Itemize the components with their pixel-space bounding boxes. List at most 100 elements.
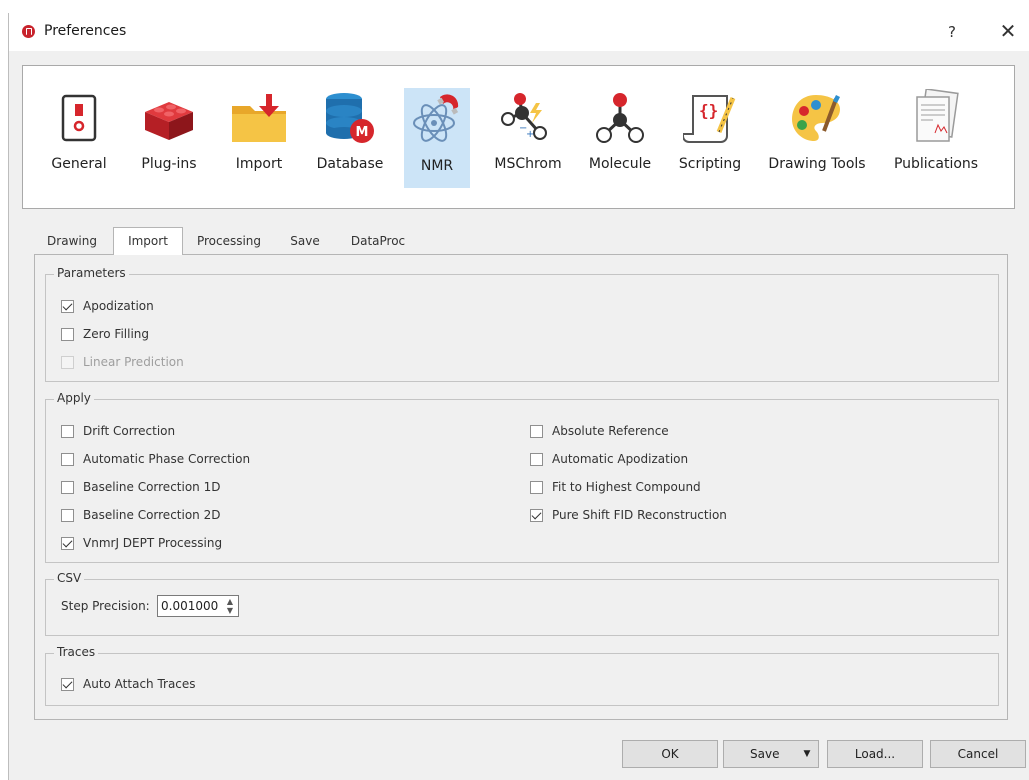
auto-attach-traces-checkbox-row[interactable]: Auto Attach Traces (61, 675, 196, 693)
parameters-group: Parameters Apodization Zero Filling Line… (45, 266, 999, 382)
toolbar-item-nmr[interactable]: NMR (404, 88, 470, 188)
auto-attach-traces-checkbox[interactable] (61, 677, 74, 691)
tab-import[interactable]: Import (113, 227, 183, 255)
apodization-checkbox[interactable] (61, 299, 74, 313)
spin-up-icon[interactable]: ▲ (225, 597, 235, 606)
absolute-reference-checkbox[interactable] (530, 424, 543, 438)
app-logo-icon (22, 25, 35, 38)
absolute-reference-checkbox-row[interactable]: Absolute Reference (530, 422, 669, 440)
zero-filling-checkbox-row[interactable]: Zero Filling (61, 325, 149, 343)
toolbar-item-scripting[interactable]: {} Scripting (677, 86, 743, 194)
chevron-down-icon[interactable]: ▼ (796, 741, 818, 767)
automatic-phase-correction-checkbox[interactable] (61, 452, 74, 466)
title-bar: Preferences ? ✕ (9, 13, 1029, 51)
group-title: Traces (54, 645, 99, 659)
switch-icon (47, 86, 111, 150)
toolbar-label: NMR (420, 158, 454, 174)
drift-correction-checkbox-row[interactable]: Drift Correction (61, 422, 175, 440)
toolbar-label: Scripting (678, 156, 742, 172)
palette-icon (785, 86, 849, 150)
atom-magnet-icon (405, 88, 469, 152)
step-precision-value[interactable]: 0.001000 (161, 599, 218, 613)
svg-text:M: M (356, 125, 369, 140)
baseline-correction-1d-checkbox-row[interactable]: Baseline Correction 1D (61, 478, 220, 496)
group-title: Apply (54, 391, 94, 405)
baseline-correction-2d-checkbox-row[interactable]: Baseline Correction 2D (61, 506, 220, 524)
ok-button[interactable]: OK (622, 740, 718, 768)
group-title: Parameters (54, 266, 129, 280)
import-tab-panel: Parameters Apodization Zero Filling Line… (34, 254, 1008, 720)
toolbar-label: Molecule (588, 156, 652, 172)
baseline-correction-1d-checkbox[interactable] (61, 480, 74, 494)
toolbar-label: MSChrom (494, 156, 562, 172)
step-precision-spinbox[interactable]: 0.001000 ▲ ▼ (157, 595, 239, 617)
fit-to-highest-compound-checkbox-row[interactable]: Fit to Highest Compound (530, 478, 701, 496)
tab-save[interactable]: Save (275, 228, 335, 254)
lego-bricks-icon (137, 86, 201, 150)
checkbox-label: Automatic Apodization (552, 452, 689, 466)
toolbar-label: Database (316, 156, 384, 172)
database-icon: M (318, 86, 382, 150)
toolbar-item-general[interactable]: General (43, 86, 115, 194)
tab-dataproc[interactable]: DataProc (343, 228, 413, 254)
pure-shift-fid-reconstruction-checkbox[interactable] (530, 508, 543, 522)
cancel-button[interactable]: Cancel (930, 740, 1026, 768)
group-title: CSV (54, 571, 85, 585)
toolbar-item-import[interactable]: Import (227, 86, 291, 194)
checkbox-label: Baseline Correction 1D (83, 480, 221, 494)
close-button[interactable]: ✕ (995, 19, 1021, 45)
ion-molecule-icon: + − (496, 86, 560, 150)
checkbox-label: Fit to Highest Compound (552, 480, 701, 494)
window-title: Preferences (44, 23, 127, 39)
spin-down-icon[interactable]: ▼ (225, 606, 235, 615)
linear-prediction-checkbox-row: Linear Prediction (61, 353, 184, 371)
toolbar-item-drawing-tools[interactable]: Drawing Tools (767, 86, 867, 194)
automatic-apodization-checkbox-row[interactable]: Automatic Apodization (530, 450, 688, 468)
toolbar-item-plugins[interactable]: Plug-ins (137, 86, 201, 194)
apply-group: Apply Drift Correction Automatic Phase C… (45, 391, 999, 563)
category-toolbar: General Plug-ins Import M Database NMR +… (22, 65, 1015, 209)
preferences-window: Preferences ? ✕ General Plug-ins Import (8, 13, 1029, 780)
toolbar-item-mschrom[interactable]: + − MSChrom (493, 86, 563, 194)
script-scroll-icon: {} (678, 86, 742, 150)
checkbox-label: Drift Correction (83, 424, 176, 438)
checkbox-label: Pure Shift FID Reconstruction (552, 508, 727, 522)
zero-filling-checkbox[interactable] (61, 327, 74, 341)
svg-text:−: − (519, 123, 527, 134)
pure-shift-fid-reconstruction-checkbox-row[interactable]: Pure Shift FID Reconstruction (530, 506, 727, 524)
checkbox-label: VnmrJ DEPT Processing (83, 536, 223, 550)
toolbar-label: General (51, 156, 107, 172)
svg-text:{}: {} (699, 101, 718, 120)
folder-import-icon (227, 86, 291, 150)
checkbox-label: Auto Attach Traces (83, 677, 196, 691)
checkbox-label: Absolute Reference (552, 424, 669, 438)
traces-group: Traces Auto Attach Traces (45, 645, 999, 706)
toolbar-item-publications[interactable]: Publications (891, 86, 981, 194)
apodization-checkbox-row[interactable]: Apodization (61, 297, 154, 315)
toolbar-label: Plug-ins (141, 156, 197, 172)
vnmrj-dept-processing-checkbox-row[interactable]: VnmrJ DEPT Processing (61, 534, 222, 552)
tab-drawing[interactable]: Drawing (37, 228, 107, 254)
toolbar-item-molecule[interactable]: Molecule (587, 86, 653, 194)
baseline-correction-2d-checkbox[interactable] (61, 508, 74, 522)
save-button[interactable]: Save ▼ (723, 740, 819, 768)
checkbox-label: Linear Prediction (83, 355, 184, 369)
automatic-apodization-checkbox[interactable] (530, 452, 543, 466)
checkbox-label: Automatic Phase Correction (83, 452, 251, 466)
toolbar-label: Import (235, 156, 283, 172)
step-precision-label: Step Precision: (61, 599, 150, 613)
automatic-phase-correction-checkbox-row[interactable]: Automatic Phase Correction (61, 450, 250, 468)
help-button[interactable]: ? (941, 19, 963, 45)
toolbar-item-database[interactable]: M Database (315, 86, 385, 194)
load-button[interactable]: Load... (827, 740, 923, 768)
linear-prediction-checkbox (61, 355, 74, 369)
save-button-label: Save (750, 747, 780, 761)
vnmrj-dept-processing-checkbox[interactable] (61, 536, 74, 550)
tab-processing[interactable]: Processing (189, 228, 269, 254)
checkbox-label: Apodization (83, 299, 154, 313)
checkbox-label: Baseline Correction 2D (83, 508, 221, 522)
molecule-icon (588, 86, 652, 150)
checkbox-label: Zero Filling (83, 327, 150, 341)
drift-correction-checkbox[interactable] (61, 424, 74, 438)
fit-to-highest-compound-checkbox[interactable] (530, 480, 543, 494)
